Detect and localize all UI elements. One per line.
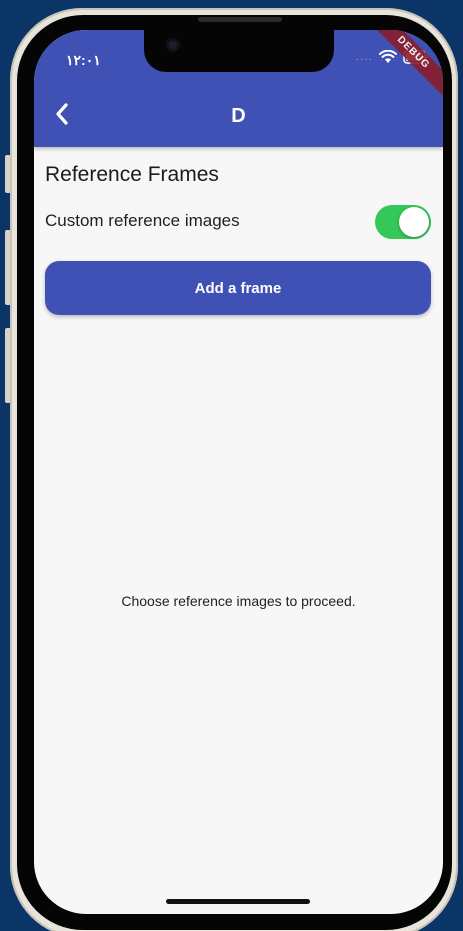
signal-dots-icon: ···· bbox=[355, 53, 373, 65]
wifi-icon bbox=[379, 49, 397, 69]
section-title: Reference Frames bbox=[45, 163, 219, 186]
main-content: Reference Frames Custom reference images… bbox=[34, 147, 443, 914]
custom-reference-switch[interactable] bbox=[375, 205, 431, 239]
device-stage: ۱۲:۰۱ ···· DEBUG D Reference Frames Cust… bbox=[0, 0, 463, 931]
home-indicator[interactable] bbox=[166, 899, 310, 904]
custom-reference-toggle-row: Custom reference images bbox=[45, 205, 431, 239]
notch bbox=[144, 30, 334, 72]
app-screen: ۱۲:۰۱ ···· DEBUG D Reference Frames Cust… bbox=[34, 30, 443, 914]
toggle-label: Custom reference images bbox=[45, 211, 240, 230]
switch-knob bbox=[399, 207, 429, 237]
status-time: ۱۲:۰۱ bbox=[66, 52, 101, 68]
front-camera bbox=[166, 38, 180, 52]
add-frame-button[interactable]: Add a frame bbox=[45, 261, 431, 315]
earpiece-speaker bbox=[198, 17, 282, 22]
page-title: D bbox=[231, 105, 246, 127]
empty-state-message: Choose reference images to proceed. bbox=[121, 593, 356, 609]
